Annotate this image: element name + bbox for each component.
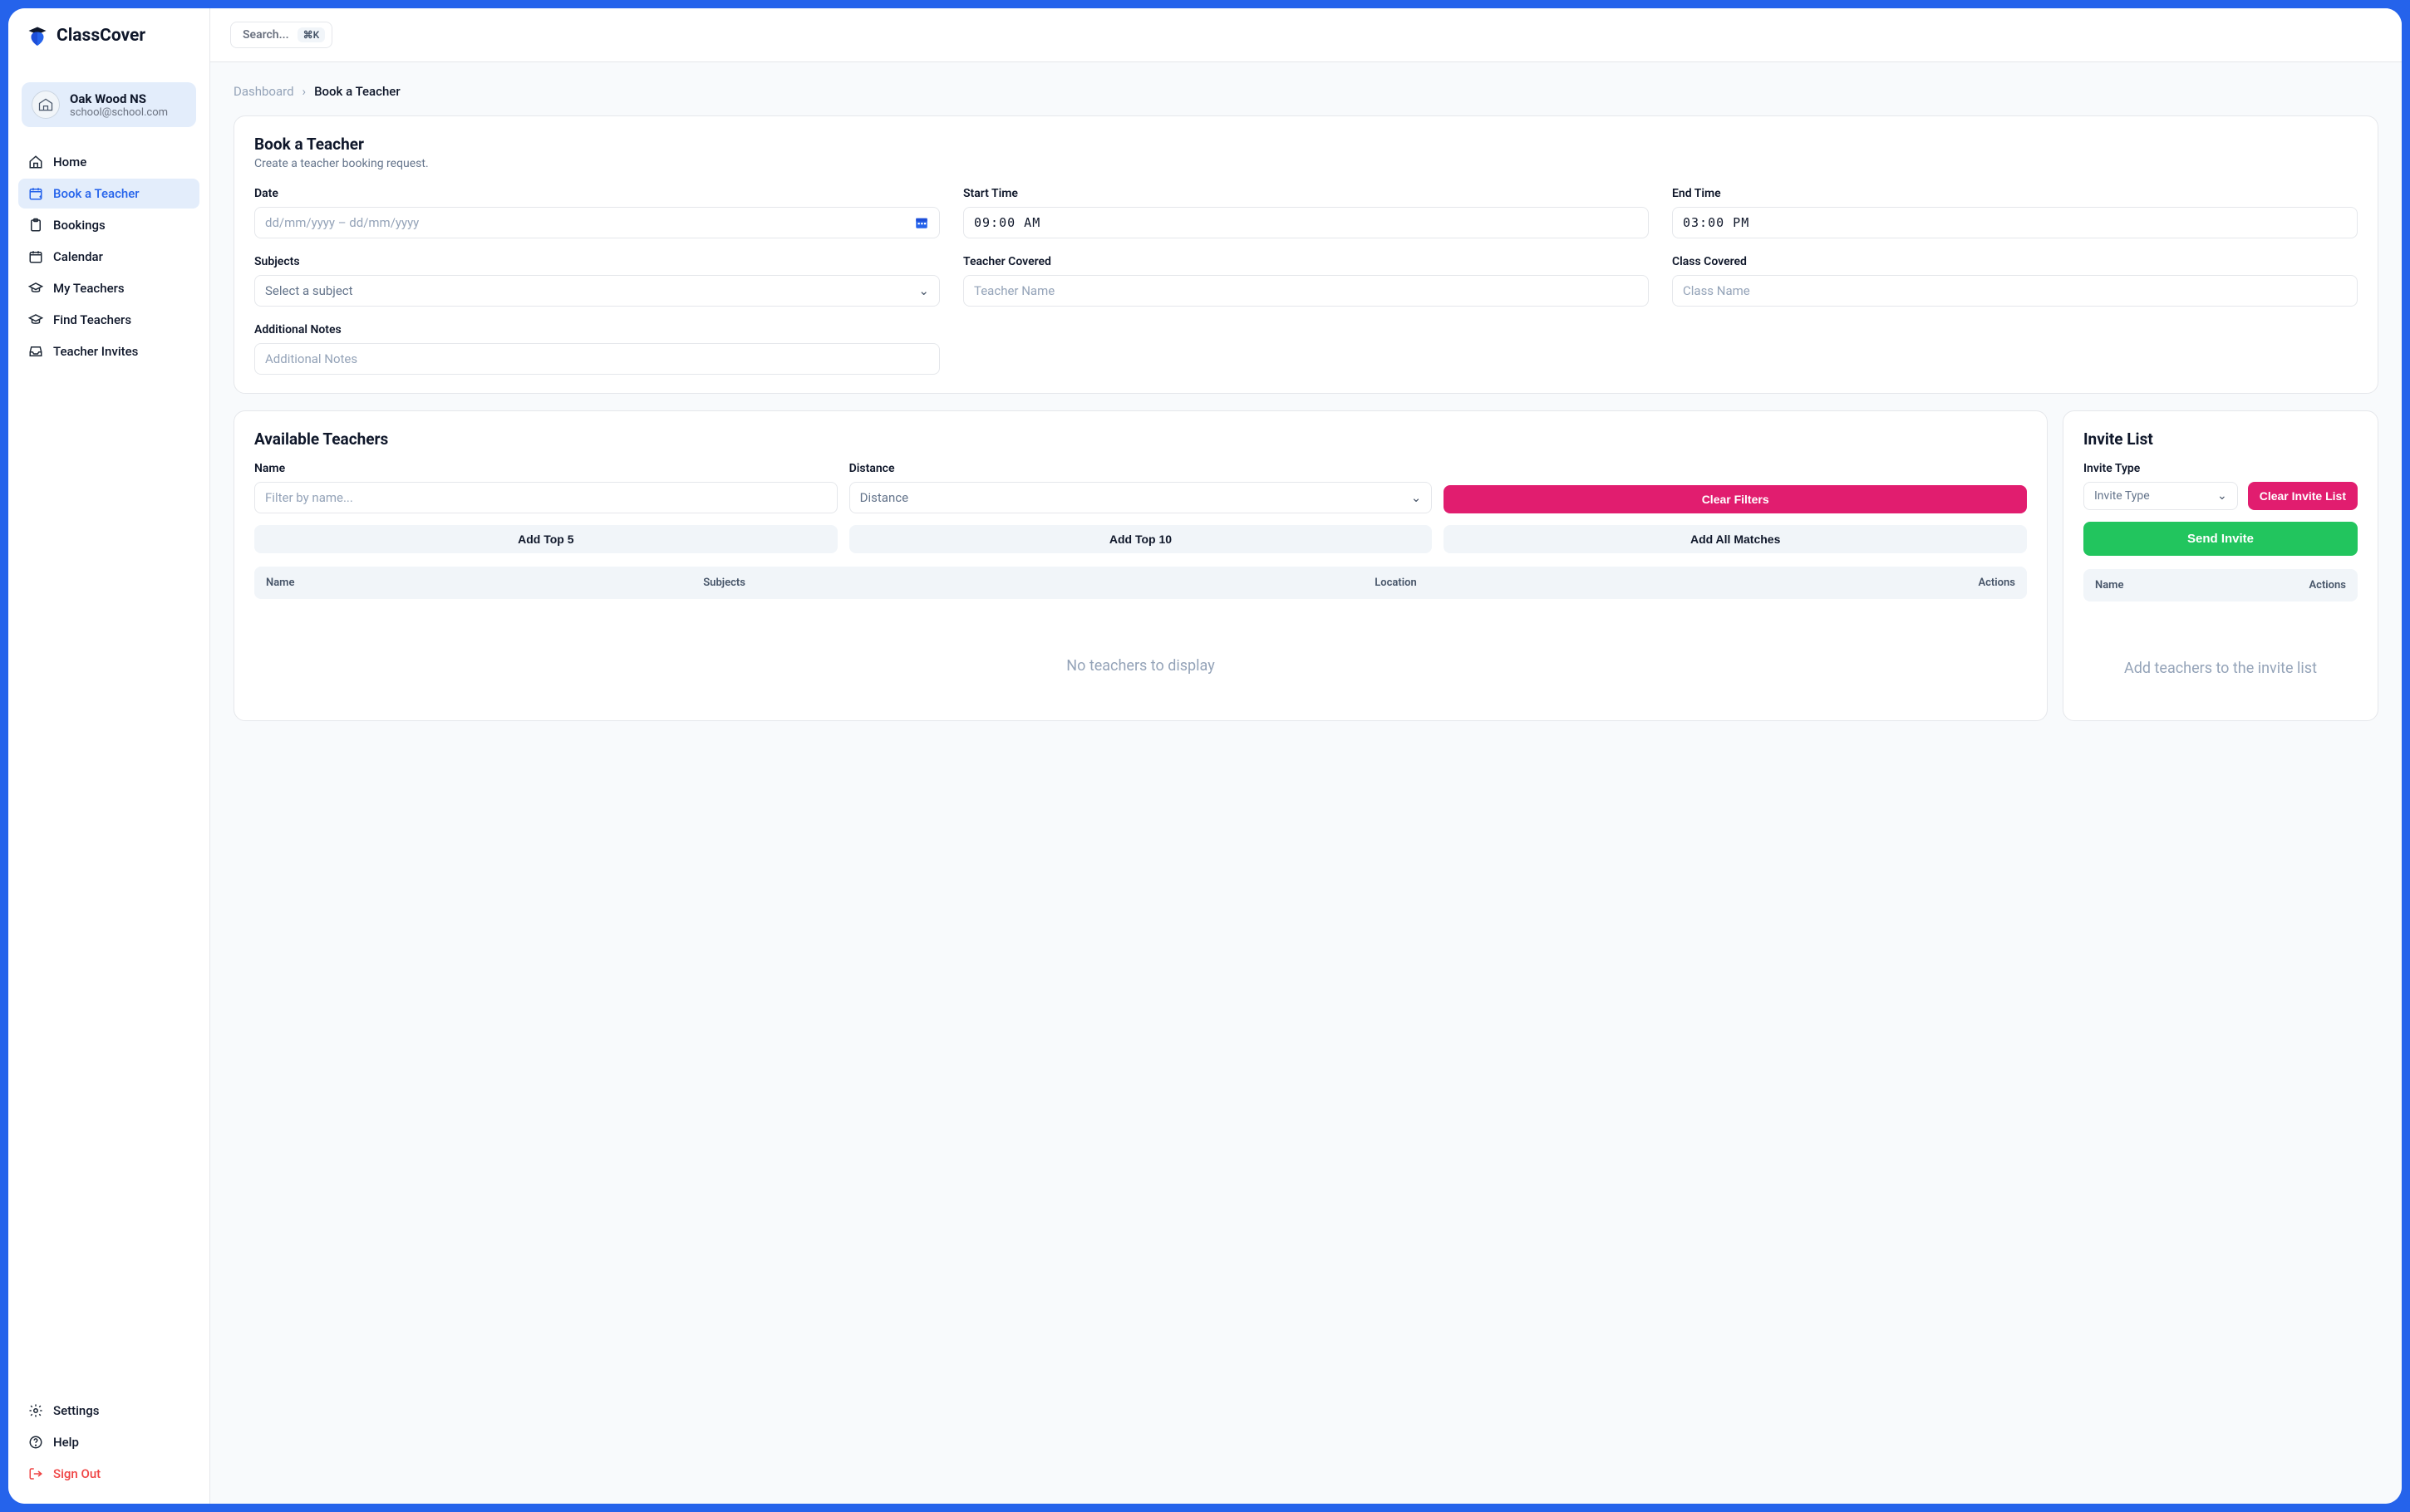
card-subtitle: Create a teacher booking request. — [254, 157, 2358, 170]
label-filter-distance: Distance — [849, 462, 1433, 475]
label-start-time: Start Time — [963, 187, 1649, 200]
chevron-down-icon: ⌄ — [1411, 490, 1422, 505]
invite-table-header: Name Actions — [2083, 569, 2358, 601]
sidebar-item-label: Find Teachers — [53, 312, 131, 327]
class-covered-input[interactable] — [1672, 275, 2358, 307]
clipboard-icon — [28, 218, 43, 233]
sidebar-item-my-teachers[interactable]: My Teachers — [18, 273, 199, 303]
start-time-input[interactable]: 09:00 AM — [963, 207, 1649, 238]
chevron-right-icon: › — [302, 84, 307, 99]
sidebar-item-settings[interactable]: Settings — [18, 1396, 199, 1426]
sidebar-item-label: Teacher Invites — [53, 344, 138, 359]
available-title: Available Teachers — [254, 430, 2027, 449]
sidebar-item-calendar[interactable]: Calendar — [18, 242, 199, 272]
th-actions: Actions — [1650, 577, 2015, 589]
sidebar-footer: Settings Help Sign Out — [8, 1389, 209, 1504]
date-range-input[interactable]: dd/mm/yyyy – dd/mm/yyyy — [254, 207, 940, 238]
book-teacher-card: Book a Teacher Create a teacher booking … — [234, 115, 2378, 394]
filter-distance-select[interactable]: Distance ⌄ — [849, 482, 1433, 513]
label-class-covered: Class Covered — [1672, 255, 2358, 268]
sidebar-item-label: My Teachers — [53, 281, 125, 296]
label-subjects: Subjects — [254, 255, 940, 268]
sidebar-item-book-teacher[interactable]: Book a Teacher — [18, 179, 199, 209]
label-filter-name: Name — [254, 462, 838, 475]
home-icon — [28, 155, 43, 169]
calendar-icon — [914, 215, 929, 230]
add-all-matches-button[interactable]: Add All Matches — [1444, 525, 2027, 553]
send-invite-button[interactable]: Send Invite — [2083, 522, 2358, 556]
th-name: Name — [2095, 579, 2221, 592]
calendar-plus-icon — [28, 186, 43, 201]
primary-nav: Home Book a Teacher Bookings Calendar My… — [8, 140, 209, 373]
add-top-5-button[interactable]: Add Top 5 — [254, 525, 838, 553]
label-invite-type: Invite Type — [2083, 462, 2358, 475]
clear-filters-button[interactable]: Clear Filters — [1444, 485, 2027, 513]
profile-card[interactable]: Oak Wood NS school@school.com — [22, 82, 196, 127]
profile-email: school@school.com — [70, 106, 168, 119]
app-name: ClassCover — [57, 26, 145, 46]
graduation-cap-icon — [28, 312, 43, 327]
invite-title: Invite List — [2083, 430, 2358, 449]
search-placeholder: Search... — [243, 28, 289, 42]
invite-type-select[interactable]: Invite Type ⌄ — [2083, 482, 2238, 510]
sidebar-item-find-teachers[interactable]: Find Teachers — [18, 305, 199, 335]
sidebar: ClassCover Oak Wood NS school@school.com… — [8, 8, 210, 1504]
logo: ClassCover — [8, 8, 209, 62]
date-placeholder: dd/mm/yyyy – dd/mm/yyyy — [265, 215, 419, 230]
sidebar-item-bookings[interactable]: Bookings — [18, 210, 199, 240]
sidebar-item-label: Settings — [53, 1403, 100, 1418]
th-actions: Actions — [2221, 579, 2346, 592]
th-subjects: Subjects — [703, 577, 1140, 589]
global-search[interactable]: Search... ⌘K — [230, 22, 332, 48]
help-icon — [28, 1435, 43, 1450]
topbar: Search... ⌘K — [210, 8, 2402, 62]
sidebar-item-home[interactable]: Home — [18, 147, 199, 177]
invite-list-card: Invite List Invite Type Invite Type ⌄ Cl… — [2063, 410, 2378, 721]
available-teachers-card: Available Teachers Name Distance Distanc… — [234, 410, 2048, 721]
label-end-time: End Time — [1672, 187, 2358, 200]
clear-invite-list-button[interactable]: Clear Invite List — [2248, 482, 2358, 510]
sidebar-item-label: Bookings — [53, 218, 106, 233]
add-top-10-button[interactable]: Add Top 10 — [849, 525, 1433, 553]
sidebar-item-signout[interactable]: Sign Out — [18, 1459, 199, 1489]
th-location: Location — [1141, 577, 1651, 589]
select-placeholder: Distance — [860, 490, 908, 505]
breadcrumb: Dashboard › Book a Teacher — [234, 84, 2378, 99]
sidebar-item-label: Home — [53, 155, 86, 169]
end-time-input[interactable]: 03:00 PM — [1672, 207, 2358, 238]
signout-icon — [28, 1466, 43, 1481]
teacher-covered-input[interactable] — [963, 275, 1649, 307]
gear-icon — [28, 1403, 43, 1418]
sidebar-item-teacher-invites[interactable]: Teacher Invites — [18, 336, 199, 366]
avatar — [32, 91, 60, 119]
search-shortcut: ⌘K — [298, 27, 326, 42]
card-title: Book a Teacher — [254, 135, 2358, 154]
subjects-select[interactable]: Select a subject ⌄ — [254, 275, 940, 307]
label-date: Date — [254, 187, 940, 200]
label-teacher-covered: Teacher Covered — [963, 255, 1649, 268]
select-placeholder: Invite Type — [2094, 489, 2150, 503]
invite-empty-state: Add teachers to the invite list — [2083, 601, 2358, 702]
chevron-down-icon: ⌄ — [918, 283, 929, 298]
th-name: Name — [266, 577, 703, 589]
inbox-icon — [28, 344, 43, 359]
profile-name: Oak Wood NS — [70, 91, 168, 106]
breadcrumb-root[interactable]: Dashboard — [234, 84, 294, 99]
label-notes: Additional Notes — [254, 323, 940, 336]
notes-input[interactable] — [254, 343, 940, 375]
breadcrumb-current: Book a Teacher — [314, 84, 401, 99]
sidebar-item-label: Sign Out — [53, 1466, 101, 1481]
chevron-down-icon: ⌄ — [2217, 489, 2227, 503]
sidebar-item-label: Help — [53, 1435, 79, 1450]
classcover-logo-icon — [25, 23, 50, 48]
available-table-header: Name Subjects Location Actions — [254, 567, 2027, 599]
sidebar-item-label: Calendar — [53, 249, 103, 264]
calendar-icon — [28, 249, 43, 264]
filter-name-input[interactable] — [254, 482, 838, 513]
graduation-cap-icon — [28, 281, 43, 296]
select-placeholder: Select a subject — [265, 283, 353, 298]
available-empty-state: No teachers to display — [254, 599, 2027, 700]
sidebar-item-label: Book a Teacher — [53, 186, 140, 201]
sidebar-item-help[interactable]: Help — [18, 1427, 199, 1457]
